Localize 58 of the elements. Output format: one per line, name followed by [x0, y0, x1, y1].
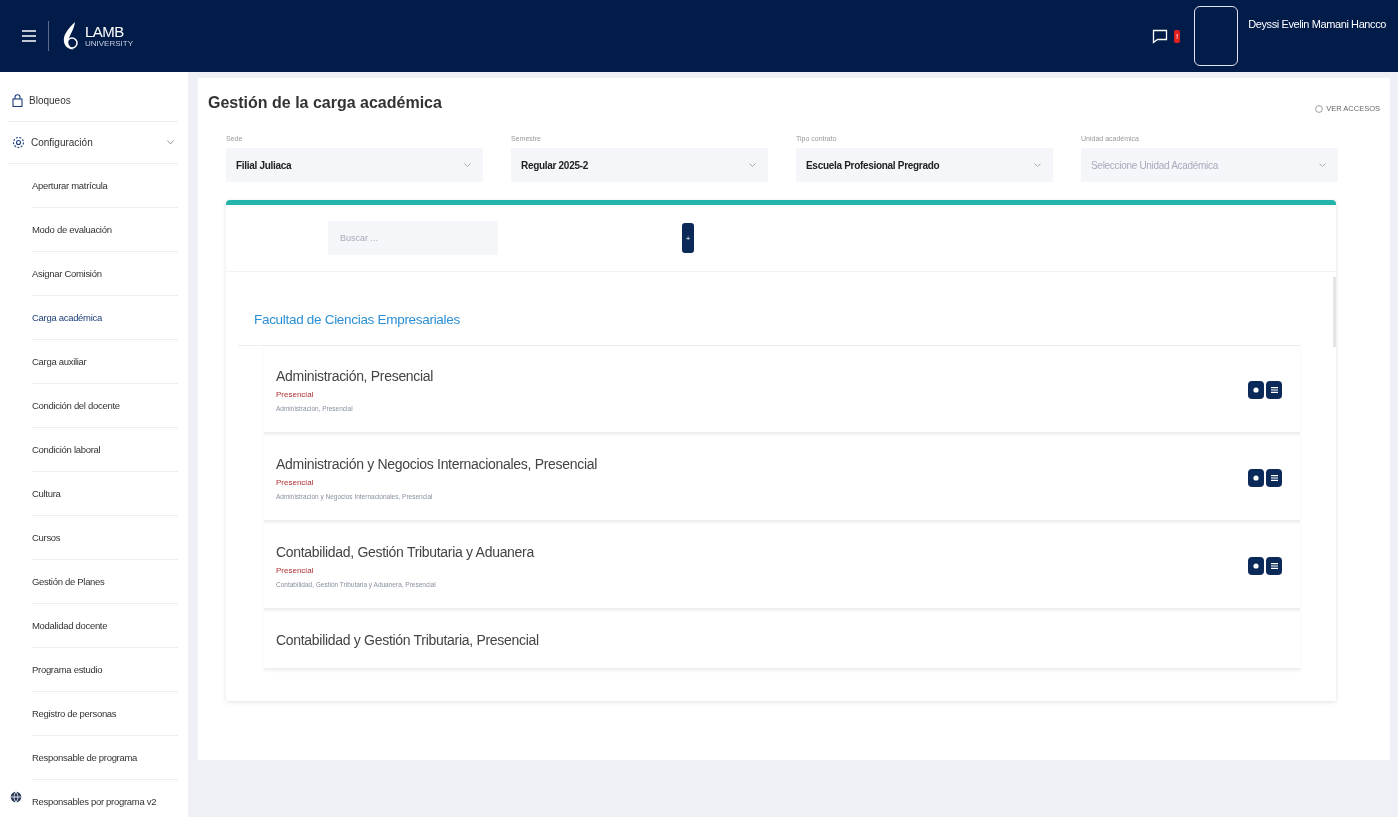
sidebar-subitem[interactable]: Registro de personas — [32, 692, 178, 736]
program-title: Contabilidad, Gestión Tributaria y Aduanera — [276, 544, 534, 560]
sidebar-subitem[interactable]: Gestión de Planes — [32, 560, 178, 604]
dot-icon — [1253, 387, 1259, 393]
info-icon — [1315, 104, 1324, 113]
sidebar-subitem[interactable]: Cultura — [32, 472, 178, 516]
avatar-frame[interactable] — [1194, 6, 1239, 66]
caret-icon — [464, 163, 471, 167]
sidebar-subitem[interactable]: Responsable de programa — [32, 736, 178, 780]
sidebar-subitem[interactable]: Condición laboral — [32, 428, 178, 472]
dot-icon — [1253, 475, 1259, 481]
settings-button[interactable] — [1248, 469, 1264, 487]
sidebar-subitem[interactable]: Responsables por programa v2 — [32, 780, 178, 817]
sidebar-subitem[interactable]: Carga auxiliar — [32, 340, 178, 384]
program-title: Administración y Negocios Internacionales, Presencial — [276, 456, 598, 472]
caret-icon — [749, 163, 756, 167]
user-name: Deyssi Evelin Mamani Hancco — [1248, 18, 1386, 30]
select-field[interactable]: Escuela Profesional Pregrado — [796, 148, 1053, 182]
select-field[interactable]: Filial Juliaca — [226, 148, 483, 182]
page-title: Gestión de la carga académica — [208, 93, 442, 112]
sidebar-subitem[interactable]: Condición del docente — [32, 384, 178, 428]
search-field[interactable]: Buscar ... — [328, 221, 498, 255]
gear-icon — [12, 136, 25, 149]
globe-icon[interactable] — [10, 791, 22, 803]
program-modality: Presencial — [276, 390, 315, 399]
sidebar-subitem[interactable]: Programa estudio — [32, 648, 178, 692]
logo-subtitle: UNIVERSITY — [85, 39, 133, 48]
list-icon — [1270, 387, 1278, 393]
lock-icon — [12, 94, 23, 107]
settings-button[interactable] — [1248, 381, 1264, 399]
select-field[interactable]: Regular 2025-2 — [511, 148, 768, 182]
faculty-heading: Facultad de Ciencias Empresariales — [238, 292, 1300, 346]
menu-icon[interactable] — [22, 30, 36, 42]
list-button[interactable] — [1266, 381, 1282, 399]
caret-icon — [1034, 163, 1041, 167]
sidebar-item[interactable]: Bloqueos — [8, 80, 178, 122]
list-icon — [1270, 563, 1278, 569]
notification-badge: ! — [1174, 29, 1181, 43]
list-button[interactable] — [1266, 557, 1282, 575]
sidebar-subitem[interactable]: Carga académica — [32, 296, 178, 340]
sidebar-subitem[interactable]: Asignar Comisión — [32, 252, 178, 296]
program-title: Administración, Presencial — [276, 368, 434, 384]
sidebar-subitem[interactable]: Modo de evaluación — [32, 208, 178, 252]
program-title: Contabilidad y Gestión Tributaria, Presencial — [276, 632, 539, 648]
list-button[interactable] — [1266, 469, 1282, 487]
settings-button[interactable] — [1248, 557, 1264, 575]
caret-icon — [1319, 163, 1326, 167]
chat-icon[interactable] — [1152, 28, 1168, 44]
program-modality: Presencial — [276, 566, 315, 575]
logo-name: LAMB — [85, 24, 125, 39]
dot-icon — [1253, 563, 1259, 569]
add-button[interactable]: + — [682, 223, 694, 253]
sidebar-subitem[interactable]: Modalidad docente — [32, 604, 178, 648]
sidebar-item[interactable]: Configuración — [8, 122, 178, 164]
list-icon — [1270, 475, 1278, 481]
sidebar-subitem[interactable]: Cursos — [32, 516, 178, 560]
program-modality: Presencial — [276, 478, 315, 487]
sidebar-subitem[interactable]: Aperturar matrícula — [32, 164, 178, 208]
